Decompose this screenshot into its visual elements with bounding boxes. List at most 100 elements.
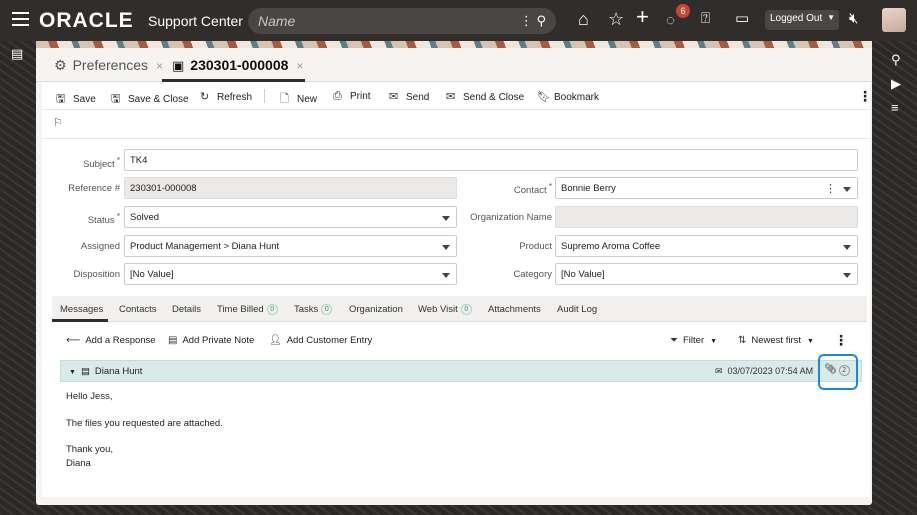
search-placeholder: Name: [258, 13, 296, 29]
count-badge: 0: [460, 304, 472, 315]
sort-button[interactable]: ⇅ Newest first ▼: [738, 335, 814, 346]
add-private-note-button[interactable]: ▤ Add Private Note: [168, 335, 254, 346]
user-avatar[interactable]: [882, 8, 906, 32]
tab-organization[interactable]: Organization: [349, 304, 403, 315]
reference-label: Reference #: [68, 183, 120, 194]
envelope-icon: ✉: [446, 91, 456, 103]
side-video-icon[interactable]: ▶: [891, 76, 901, 92]
message-header[interactable]: ▼ ▤ Diana Hunt ✉ 03/07/2023 07:54 AM: [60, 360, 862, 382]
chevron-down-icon: ▼: [710, 338, 718, 345]
disposition-select[interactable]: [No Value]: [124, 263, 457, 285]
refresh-button[interactable]: ↻ Refresh: [200, 90, 252, 103]
dropdown-arrow-icon: [442, 273, 450, 278]
global-search-input[interactable]: Name ⋮ ⚲: [248, 8, 556, 34]
section-divider: [42, 138, 870, 139]
print-button[interactable]: ⎙ Print: [333, 90, 371, 103]
collapse-toggle-icon[interactable]: ▼: [69, 369, 76, 376]
tab-web-visit[interactable]: Web Visit 0: [418, 304, 472, 315]
bookmark-button[interactable]: 🔖︎ Bookmark: [537, 90, 599, 103]
send-close-button[interactable]: ✉ Send & Close: [446, 90, 524, 103]
save-button[interactable]: 🖫︎ Save: [56, 90, 96, 109]
category-select[interactable]: [No Value]: [555, 263, 858, 285]
login-status-dropdown[interactable]: Logged Out ▼: [765, 10, 839, 30]
side-search-icon[interactable]: ⚲: [891, 52, 901, 68]
toolbar-divider: [264, 89, 265, 103]
tab-preferences[interactable]: ⚙ Preferences ×: [54, 57, 163, 74]
side-list-icon[interactable]: ≡: [891, 100, 899, 115]
add-customer-entry-button[interactable]: 👤︎ Add Customer Entry: [269, 335, 372, 346]
assigned-label: Assigned: [80, 241, 120, 252]
attachments-button[interactable]: 📎︎ 2: [824, 364, 850, 376]
app-title: Support Center: [148, 13, 243, 29]
dropdown-arrow-icon: [442, 216, 450, 221]
favorites-star-icon[interactable]: ☆: [608, 9, 624, 29]
notification-count-badge: 6: [676, 4, 690, 18]
active-subtab-indicator: [52, 319, 108, 322]
refresh-icon: ↻: [200, 91, 210, 103]
print-icon: ⎙: [333, 90, 342, 102]
incident-subtabs: Messages Contacts Details Time Billed 0 T…: [52, 296, 867, 322]
tab-messages[interactable]: Messages: [60, 304, 103, 315]
tab-time-billed[interactable]: Time Billed 0: [217, 304, 278, 315]
search-icon[interactable]: ⋮ ⚲: [520, 13, 546, 29]
dropdown-arrow-icon: [843, 245, 851, 250]
gear-icon: ⚙: [54, 57, 67, 73]
close-icon[interactable]: ×: [296, 59, 303, 73]
tab-incident[interactable]: ▣ 230301-000008 ×: [172, 57, 303, 74]
top-navigation-bar: ORACLE Support Center Name ⋮ ⚲ ⌂ ☆ + ◌ 6…: [0, 0, 917, 41]
filter-button[interactable]: ⏷ Filter ▼: [670, 335, 717, 346]
message-options-icon[interactable]: ⋮: [834, 332, 848, 349]
message-body-line: Thank you,: [66, 444, 113, 455]
more-actions-icon[interactable]: ⋮: [858, 88, 872, 105]
contact-select[interactable]: Bonnie Berry ⋮: [555, 177, 858, 199]
dropdown-arrow-icon: [442, 245, 450, 250]
organization-label: Organization Name: [470, 212, 552, 223]
side-chat-icon[interactable]: ▤: [11, 46, 23, 62]
hamburger-menu-icon[interactable]: [12, 12, 29, 26]
product-select[interactable]: Supremo Aroma Coffee: [555, 235, 858, 257]
disposition-label: Disposition: [73, 269, 120, 280]
envelope-icon: ✉: [389, 91, 399, 103]
note-icon: ▤: [168, 335, 178, 346]
tab-details[interactable]: Details: [172, 304, 201, 315]
incident-toolbar: 🖫︎ Save 🖫︎ Save & Close ↻ Refresh 🗋︎ New ⎙ Pr…: [42, 82, 872, 110]
notifications-icon[interactable]: ◌: [666, 11, 675, 31]
sort-icon: ⇅: [738, 335, 747, 346]
add-response-button[interactable]: ⟵ Add a Response: [66, 335, 156, 346]
save-close-icon: 🖫︎: [111, 93, 121, 105]
chevron-down-icon: ▼: [827, 13, 835, 22]
subject-field[interactable]: TK4: [124, 149, 858, 171]
category-label: Category: [513, 269, 552, 280]
message-date: ✉ 03/07/2023 07:54 AM: [715, 366, 814, 376]
close-icon[interactable]: ×: [156, 59, 163, 73]
assigned-select[interactable]: Product Management > Diana Hunt: [124, 235, 457, 257]
chat-icon[interactable]: ▭: [735, 9, 749, 29]
home-icon[interactable]: ⌂: [578, 9, 589, 29]
incident-editor: 🖫︎ Save 🖫︎ Save & Close ↻ Refresh 🗋︎ New ⎙ Pr…: [42, 82, 872, 497]
filter-icon: ⏷: [670, 335, 678, 346]
save-close-button[interactable]: 🖫︎ Save & Close: [111, 90, 189, 109]
dropdown-arrow-icon: [843, 273, 851, 278]
message-body-line: Diana: [66, 458, 91, 469]
paperclip-icon: 📎︎: [824, 364, 837, 375]
status-label: Status *: [87, 212, 120, 227]
status-select[interactable]: Solved: [124, 206, 457, 228]
contact-label: Contact *: [513, 182, 552, 197]
flag-icon[interactable]: ⚐: [53, 116, 63, 129]
new-document-icon: 🗋︎: [280, 93, 289, 105]
contact-options-icon[interactable]: ⋮: [825, 182, 836, 195]
tab-attachments[interactable]: Attachments: [488, 304, 541, 315]
add-plus-icon[interactable]: +: [636, 6, 649, 28]
attachment-count-badge: 2: [838, 365, 850, 376]
product-label: Product: [519, 241, 552, 252]
tab-audit-log[interactable]: Audit Log: [557, 304, 597, 315]
new-button[interactable]: 🗋︎ New: [280, 90, 317, 109]
reply-arrow-icon: ⟵: [66, 335, 81, 346]
mute-speaker-icon[interactable]: 🔇︎: [849, 9, 858, 29]
send-button[interactable]: ✉ Send: [389, 90, 429, 103]
count-badge: 0: [321, 304, 333, 315]
tab-tasks[interactable]: Tasks 0: [294, 304, 333, 315]
help-icon[interactable]: ⍰: [701, 9, 710, 29]
incident-icon: ▣: [172, 58, 185, 73]
tab-contacts[interactable]: Contacts: [119, 304, 157, 315]
